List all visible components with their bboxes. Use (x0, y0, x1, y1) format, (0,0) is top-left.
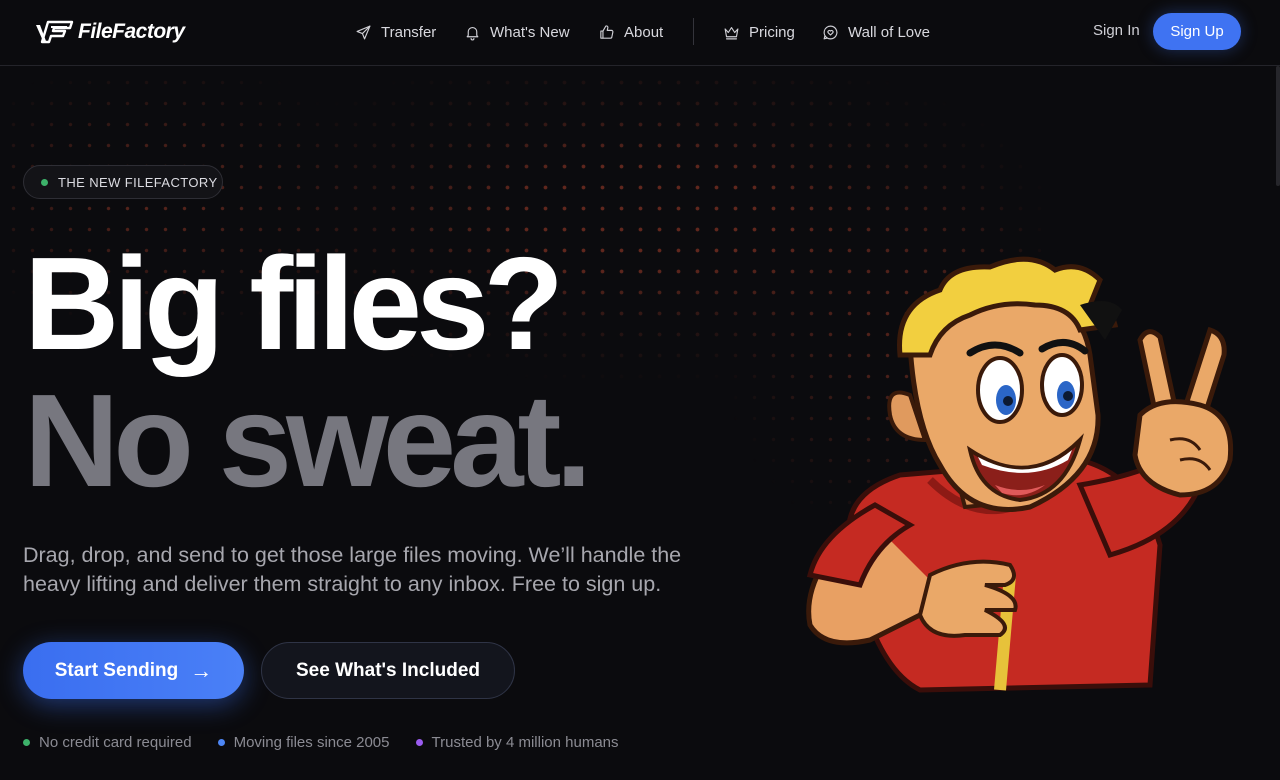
arrow-right-icon: → (190, 657, 213, 683)
send-icon (356, 25, 371, 39)
filefactory-logo[interactable]: FileFactory (34, 17, 185, 47)
bell-icon (466, 26, 479, 40)
crown-icon (724, 26, 739, 39)
mascot-illustration (806, 256, 1234, 693)
nav-label-whats-new: What's New (490, 23, 570, 41)
nav-label-pricing: Pricing (749, 23, 795, 41)
nav-item-whats-new[interactable]: What's New (464, 0, 570, 64)
top-navigation-bar: FileFactory Transfer What's New About Pr… (0, 0, 1280, 66)
blue-dot-icon (217, 739, 225, 746)
nav-item-about[interactable]: About (598, 0, 663, 64)
green-dot-icon (23, 739, 30, 746)
page-scrollbar[interactable] (1276, 66, 1280, 186)
headline-secondary: No sweat. (24, 367, 592, 514)
headline-primary: Big files? (24, 230, 564, 377)
see-whats-included-button[interactable]: See What's Included (261, 642, 515, 699)
nav-item-transfer[interactable]: Transfer (355, 0, 436, 64)
announcement-badge[interactable]: THE NEW FILEFACTORY (23, 165, 223, 199)
purple-dot-icon (415, 739, 423, 746)
filefactory-logo-icon (36, 20, 74, 44)
nav-label-wall-of-love: Wall of Love (848, 23, 930, 41)
start-sending-button[interactable]: Start Sending → (23, 642, 244, 699)
feature-label: Moving files since 2005 (233, 734, 390, 751)
nav-label-transfer: Transfer (381, 23, 437, 41)
nav-item-wall-of-love[interactable]: Wall of Love (822, 0, 930, 64)
status-dot (41, 178, 48, 186)
feature-item: Trusted by 4 million humans (415, 734, 619, 751)
heart-chat-icon (823, 25, 838, 39)
nav-label-about: About (624, 23, 664, 41)
sign-in-link[interactable]: Sign In (1093, 22, 1140, 39)
feature-list: No credit card required Moving files sin… (23, 734, 619, 751)
nav-divider (693, 18, 694, 45)
sign-up-button[interactable]: Sign Up (1153, 13, 1241, 50)
hero-subtitle: Drag, drop, and send to get those large … (23, 543, 682, 596)
thumbs-up-icon (600, 24, 614, 39)
feature-label: No credit card required (39, 734, 192, 751)
feature-item: No credit card required (23, 734, 192, 751)
start-sending-label: Start Sending (54, 659, 179, 681)
feature-item: Moving files since 2005 (217, 734, 390, 751)
brand-name: FileFactory (78, 20, 185, 43)
badge-label: THE NEW FILEFACTORY (58, 174, 218, 190)
nav-item-pricing[interactable]: Pricing (723, 0, 795, 64)
feature-label: Trusted by 4 million humans (431, 734, 619, 751)
